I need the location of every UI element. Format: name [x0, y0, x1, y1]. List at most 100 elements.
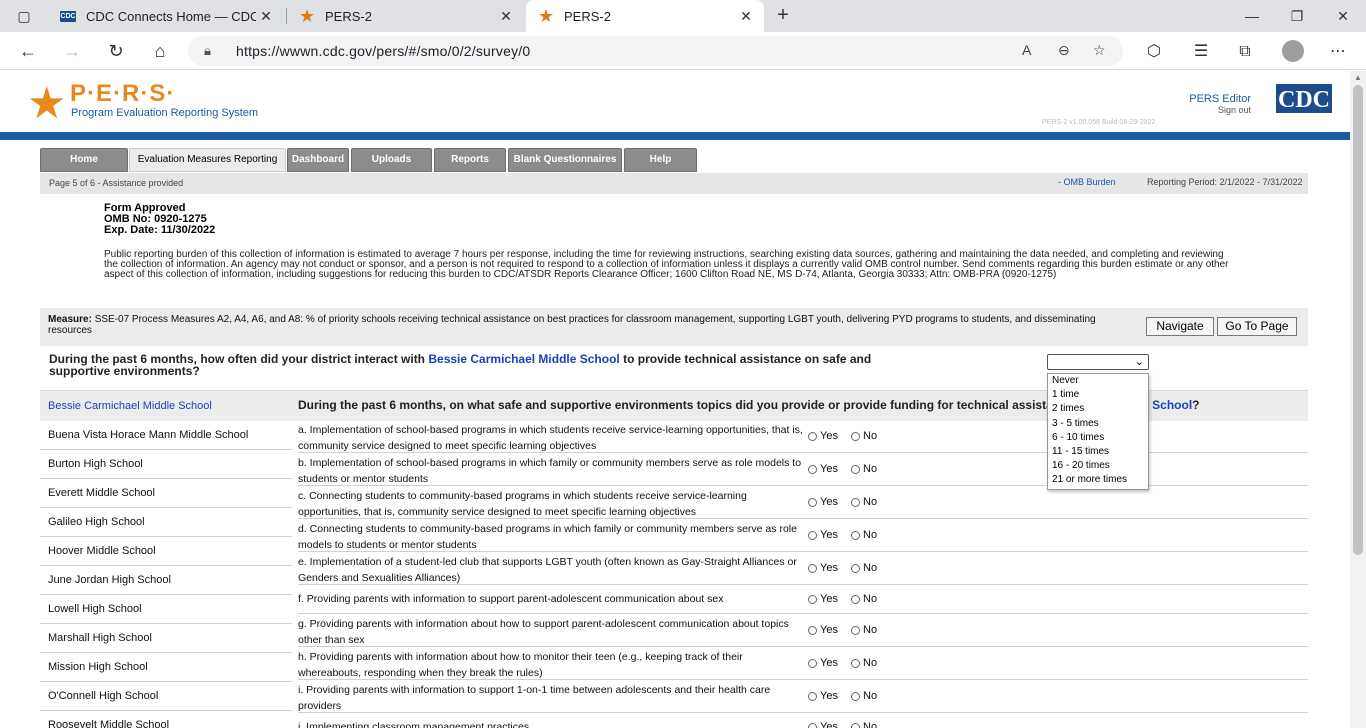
omb-burden-link[interactable]: - OMB Burden — [1058, 177, 1116, 187]
read-aloud-icon[interactable]: A — [1022, 42, 1031, 58]
collections-icon[interactable]: ⧉ — [1234, 41, 1256, 63]
yes-radio[interactable]: Yes — [808, 463, 838, 475]
school-list-item[interactable]: Lowell High School — [40, 595, 292, 624]
yes-radio[interactable]: Yes — [808, 496, 838, 508]
dropdown-option[interactable]: 16 - 20 times — [1048, 459, 1148, 473]
browser-tab-pers2[interactable]: ★ PERS-2 ✕ — [287, 0, 524, 32]
version-text: PERS-2 v1.00.056 Build 08-29-2022 — [1042, 119, 1156, 126]
topic-row-f: f. Providing parents with information to… — [298, 585, 1308, 614]
no-radio[interactable]: No — [851, 721, 877, 728]
star-icon: ★ — [298, 5, 316, 26]
new-tab-icon[interactable]: + — [771, 4, 795, 28]
add-favorite-icon[interactable]: ☆ — [1093, 42, 1106, 59]
yes-label: Yes — [820, 624, 838, 636]
url-field[interactable]: 🔒︎ https://wwwn.cdc.gov/pers/#/smo/0/2/s… — [188, 36, 1123, 66]
minimize-icon[interactable]: — — [1242, 6, 1262, 26]
burden-statement: Public reporting burden of this collecti… — [104, 249, 1229, 280]
no-radio[interactable]: No — [851, 690, 877, 702]
menu-reports[interactable]: Reports — [434, 148, 506, 172]
refresh-icon[interactable]: ↻ — [105, 40, 127, 62]
home-icon[interactable]: ⌂ — [149, 40, 171, 62]
menu-home[interactable]: Home — [40, 148, 128, 172]
frequency-select[interactable]: ⌄ — [1047, 354, 1149, 370]
school-link[interactable]: Bessie Carmichael Middle School — [428, 352, 619, 366]
go-to-page-button[interactable]: Go To Page — [1217, 317, 1297, 336]
no-radio[interactable]: No — [851, 463, 877, 475]
yes-radio[interactable]: Yes — [808, 593, 838, 605]
browser-tab-cdc-connects[interactable]: CDC CDC Connects Home — CDC Co ✕ — [48, 0, 284, 32]
school-list-item[interactable]: Everett Middle School — [40, 479, 292, 508]
close-icon[interactable]: ✕ — [496, 8, 516, 25]
selected-school-link[interactable]: Bessie Carmichael Middle School — [48, 400, 212, 412]
school-list-item[interactable]: Galileo High School — [40, 508, 292, 537]
school-list-item[interactable]: O'Connell High School — [40, 682, 292, 711]
topic-text: i. Providing parents with information to… — [298, 684, 771, 712]
yes-radio[interactable]: Yes — [808, 721, 838, 728]
more-icon[interactable]: ⋯ — [1327, 41, 1349, 63]
pers-subtitle: Program Evaluation Reporting System — [71, 107, 259, 119]
menu-blank-questionnaires[interactable]: Blank Questionnaires — [508, 148, 622, 172]
school-list-item[interactable]: June Jordan High School — [40, 566, 292, 595]
yes-radio[interactable]: Yes — [808, 624, 838, 636]
school-list-item[interactable]: Burton High School — [40, 450, 292, 479]
school-list-item[interactable]: Roosevelt Middle School — [40, 711, 292, 728]
dropdown-option[interactable]: 2 times — [1048, 402, 1148, 416]
menu-help[interactable]: Help — [624, 148, 697, 172]
yes-label: Yes — [820, 463, 838, 475]
pers-editor-link[interactable]: PERS Editor — [1164, 93, 1251, 105]
extensions-icon[interactable]: ⬡ — [1143, 41, 1165, 63]
close-icon[interactable]: ✕ — [256, 8, 276, 25]
no-label: No — [863, 657, 878, 669]
sign-out-link[interactable]: Sign out — [1180, 105, 1251, 115]
dropdown-option[interactable]: Never — [1048, 374, 1148, 388]
dropdown-option[interactable]: 3 - 5 times — [1048, 417, 1148, 431]
yes-radio[interactable]: Yes — [808, 657, 838, 669]
menu-evaluation-measures-reporting[interactable]: Evaluation Measures Reporting — [129, 148, 286, 172]
dropdown-option[interactable]: 1 time — [1048, 388, 1148, 402]
no-radio[interactable]: No — [851, 657, 877, 669]
window-close-icon[interactable]: ✕ — [1333, 6, 1353, 26]
browser-tab-pers2-active[interactable]: ★ PERS-2 ✕ — [526, 0, 764, 32]
measure-box: Measure: SSE-07 Process Measures A2, A4,… — [40, 308, 1308, 346]
yes-radio[interactable]: Yes — [808, 562, 838, 574]
profile-avatar-icon[interactable] — [1282, 40, 1304, 62]
forward-icon[interactable]: → — [61, 40, 83, 62]
school-list-item[interactable]: Marshall High School — [40, 624, 292, 653]
topics-question-text: During the past 6 months, on what safe a… — [298, 398, 1074, 412]
no-radio[interactable]: No — [851, 593, 877, 605]
navigate-button[interactable]: Navigate — [1146, 317, 1214, 336]
star-icon: ★ — [537, 5, 555, 26]
zoom-icon[interactable]: ⊖ — [1058, 42, 1070, 59]
no-radio[interactable]: No — [851, 430, 877, 442]
menu-uploads[interactable]: Uploads — [351, 148, 432, 172]
dropdown-option[interactable]: 6 - 10 times — [1048, 431, 1148, 445]
yes-label: Yes — [820, 496, 838, 508]
dropdown-option[interactable]: 21 or more times — [1048, 473, 1148, 487]
yes-radio[interactable]: Yes — [808, 529, 838, 541]
chevron-down-icon: ⌄ — [1134, 356, 1144, 368]
scrollbar-thumb[interactable] — [1353, 85, 1363, 555]
no-radio[interactable]: No — [851, 529, 877, 541]
school-list-item[interactable]: Hoover Middle School — [40, 537, 292, 566]
scroll-up-icon[interactable]: ▲ — [1354, 73, 1362, 82]
sub-navigation: Page 5 of 6 - Assistance provided - OMB … — [40, 173, 1308, 194]
restore-icon[interactable]: ❐ — [1287, 6, 1307, 26]
no-radio[interactable]: No — [851, 496, 877, 508]
back-icon[interactable]: ← — [17, 40, 39, 62]
page-scrollbar[interactable]: ▲ — [1350, 71, 1366, 728]
no-radio[interactable]: No — [851, 624, 877, 636]
favorites-icon[interactable]: ☰ — [1190, 41, 1212, 63]
topic-row-b: b. Implementation of school-based progra… — [298, 453, 1308, 486]
no-label: No — [863, 529, 878, 541]
school-list-item[interactable]: Buena Vista Horace Mann Middle School — [40, 421, 292, 450]
school-list-item[interactable]: Mission High School — [40, 653, 292, 682]
yes-radio[interactable]: Yes — [808, 430, 838, 442]
dropdown-option[interactable]: 11 - 15 times — [1048, 445, 1148, 459]
tab-actions-icon[interactable]: ▢ — [12, 5, 36, 27]
yes-label: Yes — [820, 529, 838, 541]
yes-radio[interactable]: Yes — [808, 690, 838, 702]
menu-dashboard[interactable]: Dashboard — [287, 148, 349, 172]
no-radio[interactable]: No — [851, 562, 877, 574]
frequency-question: During the past 6 months, how often did … — [49, 353, 929, 377]
close-icon[interactable]: ✕ — [736, 8, 756, 25]
